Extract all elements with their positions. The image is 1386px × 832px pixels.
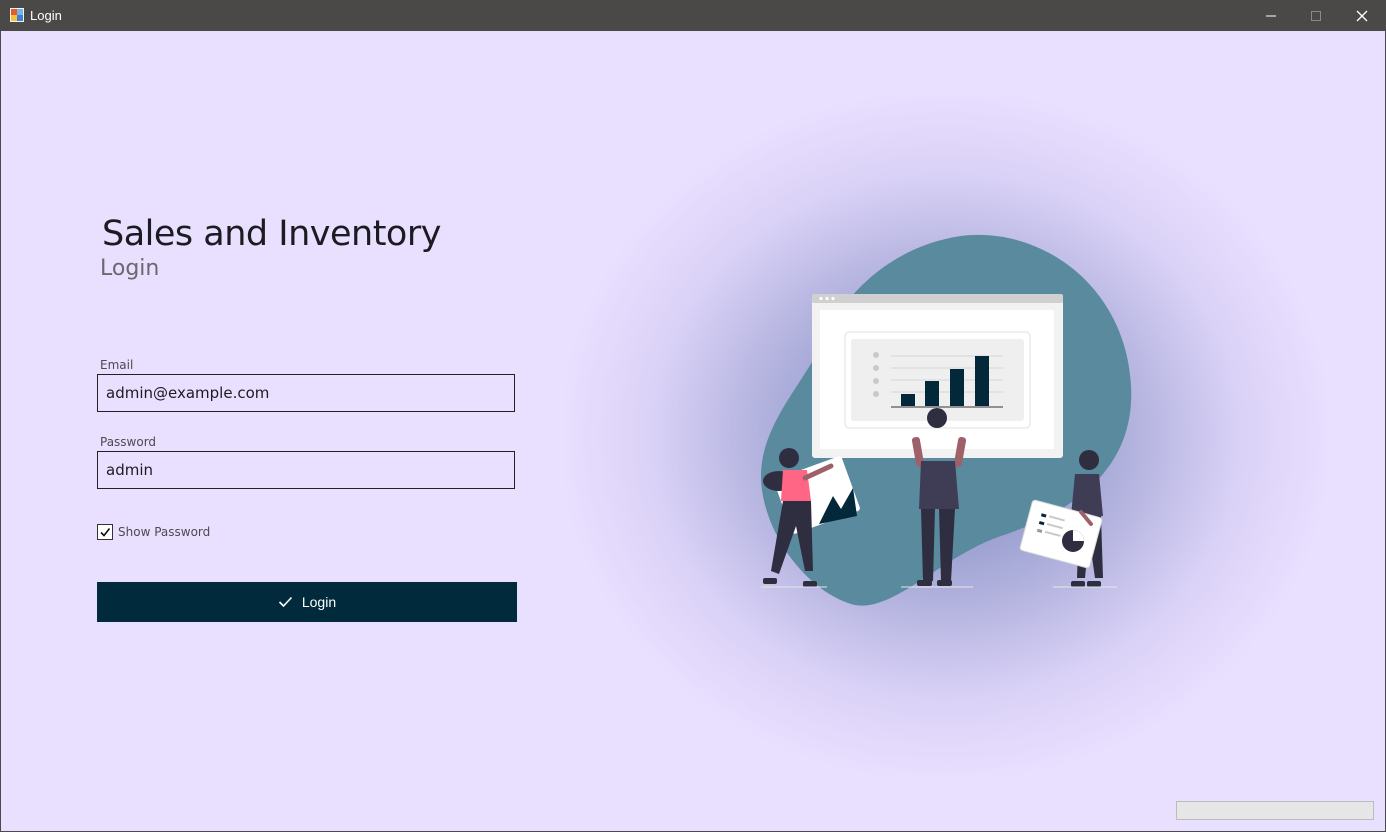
bar-1 xyxy=(901,394,915,406)
show-password-label[interactable]: Show Password xyxy=(118,525,210,539)
app-icon xyxy=(10,8,24,22)
login-button[interactable]: Login xyxy=(97,582,517,622)
close-icon xyxy=(1356,10,1368,21)
show-password-checkbox[interactable] xyxy=(97,524,113,540)
maximize-button[interactable] xyxy=(1293,0,1339,31)
login-form-window: Sales and Inventory Login Email Password… xyxy=(1,31,1385,831)
title-bar: Login xyxy=(0,0,1386,31)
minimize-button[interactable] xyxy=(1248,0,1294,31)
checkmark-icon xyxy=(100,528,111,537)
window-title: Login xyxy=(30,8,62,23)
page-subtitle: Login xyxy=(100,256,160,281)
minimize-icon xyxy=(1266,15,1276,16)
bar-2 xyxy=(925,381,939,406)
bar-3 xyxy=(950,369,964,406)
email-label: Email xyxy=(100,358,134,372)
bar-4 xyxy=(975,356,989,406)
page-title: Sales and Inventory xyxy=(102,214,441,254)
status-progress-box xyxy=(1176,801,1374,820)
email-input[interactable] xyxy=(97,374,515,412)
password-label: Password xyxy=(100,435,157,449)
checkmark-icon xyxy=(278,596,292,608)
close-button[interactable] xyxy=(1339,0,1385,31)
password-input[interactable] xyxy=(97,451,515,489)
login-button-label: Login xyxy=(301,594,337,610)
analytics-team-illustration xyxy=(761,234,1132,606)
maximize-icon xyxy=(1311,10,1321,21)
